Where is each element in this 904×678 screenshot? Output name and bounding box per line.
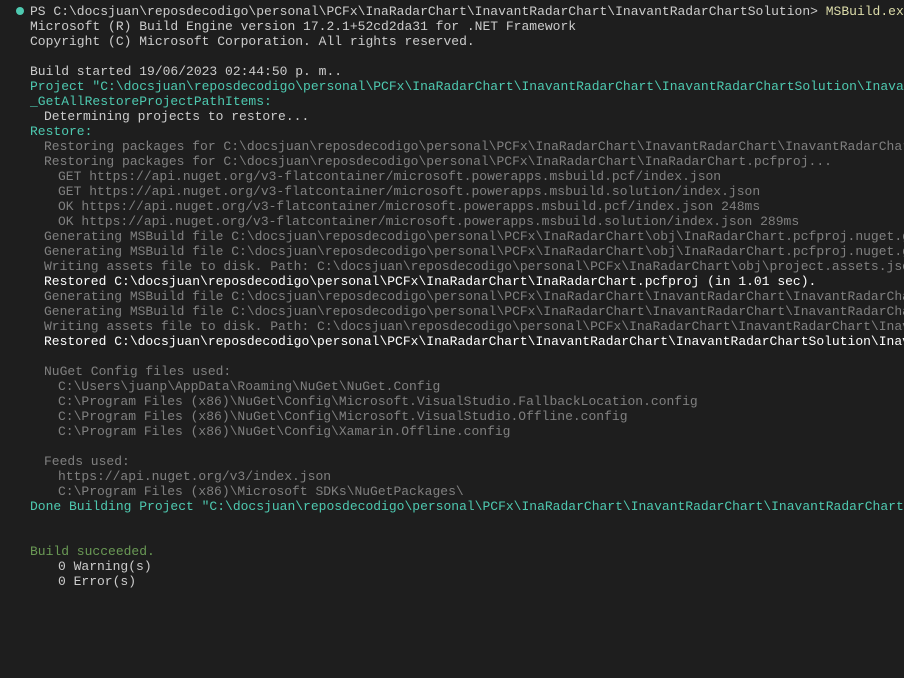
build-succeeded: Build succeeded. — [16, 544, 904, 559]
restore-output: GET https://api.nuget.org/v3-flatcontain… — [16, 169, 904, 184]
nuget-config-path: C:\Program Files (x86)\NuGet\Config\Micr… — [16, 409, 904, 424]
restored-project: Restored C:\docsjuan\reposdecodigo\perso… — [16, 274, 904, 289]
restored-project: Restored C:\docsjuan\reposdecodigo\perso… — [16, 334, 904, 349]
nuget-config-path: C:\Program Files (x86)\NuGet\Config\Micr… — [16, 394, 904, 409]
warnings-count: 0 Warning(s) — [16, 559, 904, 574]
restore-output: Generating MSBuild file C:\docsjuan\repo… — [16, 304, 904, 319]
status-bullet-icon — [16, 7, 24, 15]
restore-output: Writing assets file to disk. Path: C:\do… — [16, 319, 904, 334]
restore-label: Restore: — [16, 124, 904, 139]
feed-path: C:\Program Files (x86)\Microsoft SDKs\Nu… — [16, 484, 904, 499]
restore-output: Generating MSBuild file C:\docsjuan\repo… — [16, 244, 904, 259]
prompt-line: PS C:\docsjuan\reposdecodigo\personal\PC… — [16, 4, 904, 19]
restore-output: Generating MSBuild file C:\docsjuan\repo… — [16, 229, 904, 244]
determining-projects: Determining projects to restore... — [16, 109, 904, 124]
feed-path: https://api.nuget.org/v3/index.json — [16, 469, 904, 484]
terminal-output[interactable]: PS C:\docsjuan\reposdecodigo\personal\PC… — [16, 4, 904, 589]
restore-output: OK https://api.nuget.org/v3-flatcontaine… — [16, 199, 904, 214]
command-name: MSBuild.exe — [826, 4, 904, 19]
restore-output: OK https://api.nuget.org/v3-flatcontaine… — [16, 214, 904, 229]
build-started: Build started 19/06/2023 02:44:50 p. m.. — [16, 64, 904, 79]
restore-output: Restoring packages for C:\docsjuan\repos… — [16, 154, 904, 169]
done-building: Done Building Project "C:\docsjuan\repos… — [16, 499, 904, 514]
nuget-config-path: C:\Users\juanp\AppData\Roaming\NuGet\NuG… — [16, 379, 904, 394]
build-engine-version: Microsoft (R) Build Engine version 17.2.… — [16, 19, 904, 34]
project-line: Project "C:\docsjuan\reposdecodigo\perso… — [16, 79, 904, 94]
restore-output: Restoring packages for C:\docsjuan\repos… — [16, 139, 904, 154]
restore-output: GET https://api.nuget.org/v3-flatcontain… — [16, 184, 904, 199]
nuget-config-path: C:\Program Files (x86)\NuGet\Config\Xama… — [16, 424, 904, 439]
restore-output: Generating MSBuild file C:\docsjuan\repo… — [16, 289, 904, 304]
nuget-config-label: NuGet Config files used: — [16, 364, 904, 379]
copyright-line: Copyright (C) Microsoft Corporation. All… — [16, 34, 904, 49]
prompt-path: PS C:\docsjuan\reposdecodigo\personal\PC… — [30, 4, 826, 19]
errors-count: 0 Error(s) — [16, 574, 904, 589]
restore-output: Writing assets file to disk. Path: C:\do… — [16, 259, 904, 274]
feeds-label: Feeds used: — [16, 454, 904, 469]
get-all-restore-items: _GetAllRestoreProjectPathItems: — [16, 94, 904, 109]
